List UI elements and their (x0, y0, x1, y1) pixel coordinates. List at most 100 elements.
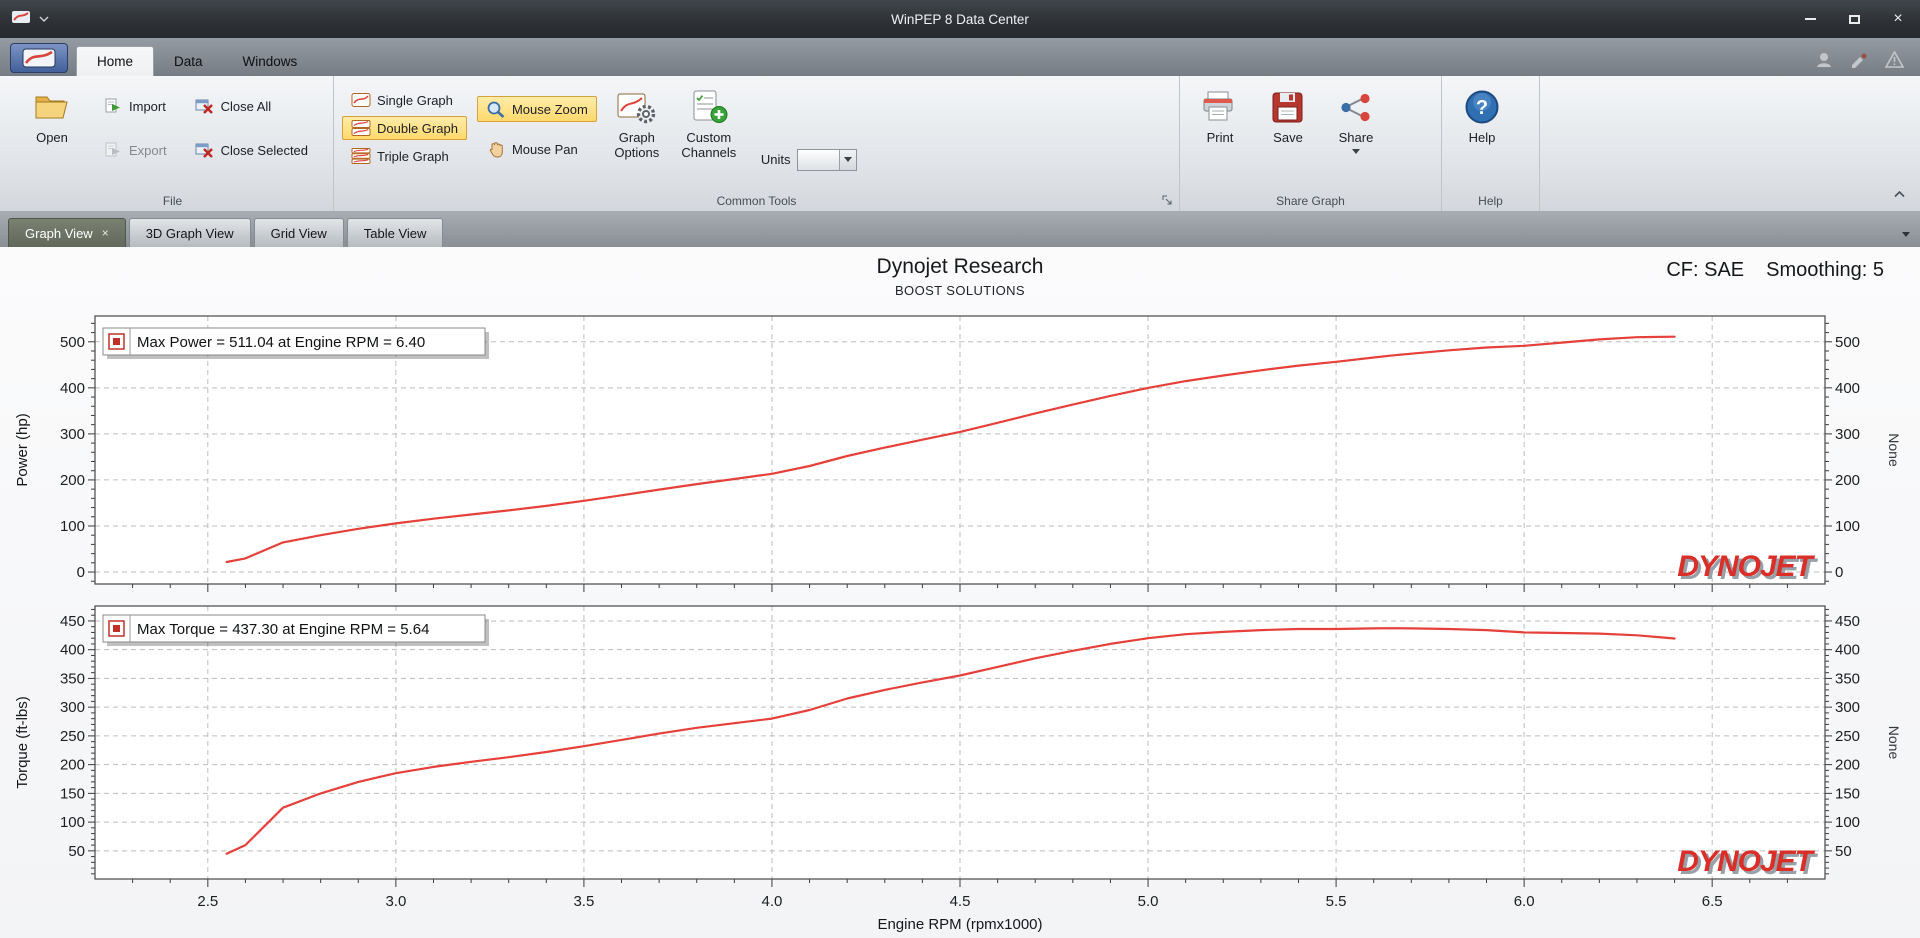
ribbon-group-file: Open Import Export Close All Close Selec… (12, 76, 334, 211)
double-graph-label: Double Graph (377, 120, 458, 136)
alert-icon[interactable] (1885, 51, 1904, 68)
svg-text:2.5: 2.5 (197, 893, 218, 910)
chevron-up-icon (1894, 190, 1905, 198)
title-bar: WinPEP 8 Data Center × (0, 0, 1920, 38)
mouse-pan-icon (486, 140, 506, 158)
share-button[interactable]: Share (1324, 82, 1388, 191)
custom-channels-label: Custom Channels (681, 130, 737, 160)
tab-grid-view-label: Grid View (270, 225, 327, 241)
close-all-label: Close All (220, 98, 272, 114)
graph-title: Dynojet Research (876, 255, 1044, 278)
export-label: Export (129, 142, 167, 158)
tab-3d-graph-view[interactable]: 3D Graph View (128, 218, 251, 247)
help-icon: ? (1464, 87, 1500, 127)
single-graph-label: Single Graph (377, 92, 453, 108)
svg-text:Max Torque = 437.30 at Engine: Max Torque = 437.30 at Engine RPM = 5.64 (137, 621, 429, 638)
winpep-app-button[interactable] (10, 43, 68, 73)
svg-text:450: 450 (60, 613, 85, 630)
svg-text:Torque (ft-lbs): Torque (ft-lbs) (14, 696, 31, 789)
mouse-pan-label: Mouse Pan (511, 141, 578, 157)
svg-text:5.5: 5.5 (1326, 893, 1347, 910)
import-button[interactable]: Import (94, 94, 176, 118)
share-dropdown-arrow-icon[interactable] (1352, 148, 1360, 154)
tab-table-view[interactable]: Table View (346, 218, 444, 247)
svg-text:50: 50 (68, 843, 85, 860)
svg-text:100: 100 (1835, 814, 1860, 831)
maximize-button[interactable] (1832, 0, 1876, 38)
custom-channels-button[interactable]: Custom Channels (673, 82, 745, 191)
doc-tabs-overflow-icon[interactable] (1902, 232, 1910, 237)
mouse-zoom-button[interactable]: Mouse Zoom (476, 96, 597, 122)
svg-text:500: 500 (1835, 334, 1860, 351)
quick-access-dropdown-icon[interactable] (39, 10, 49, 28)
svg-text:450: 450 (1835, 613, 1860, 630)
svg-text:300: 300 (1835, 699, 1860, 716)
close-button[interactable]: × (1876, 0, 1920, 38)
svg-text:300: 300 (60, 699, 85, 716)
ribbon-tab-home[interactable]: Home (76, 46, 155, 76)
tab-table-view-label: Table View (363, 225, 427, 241)
maximize-icon (1848, 14, 1860, 24)
share-graph-group-label: Share Graph (1276, 194, 1345, 208)
tools-icon[interactable] (1850, 51, 1869, 68)
single-graph-button[interactable]: Single Graph (342, 88, 467, 112)
close-all-button[interactable]: Close All (186, 94, 317, 118)
svg-text:400: 400 (60, 380, 85, 397)
print-icon (1201, 87, 1239, 127)
svg-text:3.0: 3.0 (385, 893, 406, 910)
minimize-icon (1804, 18, 1816, 20)
tab-graph-view[interactable]: Graph View × (8, 218, 126, 247)
svg-text:350: 350 (1835, 670, 1860, 687)
power-chart[interactable]: 0 0100 100200 200300 300400 400500 500DYNOJETD… (0, 308, 1920, 592)
close-all-icon (195, 98, 215, 114)
svg-text:200: 200 (60, 472, 85, 489)
ribbon-tab-windows[interactable]: Windows (223, 46, 318, 76)
triple-graph-button[interactable]: Triple Graph (342, 144, 467, 168)
print-button[interactable]: Print (1188, 82, 1252, 191)
winpep-logo-icon (22, 48, 56, 68)
help-label: Help (1468, 130, 1496, 145)
save-label: Save (1273, 130, 1303, 145)
svg-text:50: 50 (1835, 843, 1852, 860)
open-button[interactable]: Open (20, 82, 84, 191)
graph-options-button[interactable]: Graph Options (605, 82, 669, 191)
user-icon[interactable] (1815, 51, 1834, 68)
file-group-label: File (162, 194, 183, 208)
share-label: Share (1338, 130, 1374, 145)
import-icon (103, 98, 123, 114)
collapse-ribbon-button[interactable] (1893, 185, 1906, 203)
tab-grid-view[interactable]: Grid View (253, 218, 344, 247)
svg-text:None: None (1886, 726, 1902, 760)
svg-text:200: 200 (60, 757, 85, 774)
graph-subtitle: BOOST SOLUTIONS (894, 283, 1025, 298)
app-logo-icon (12, 10, 30, 29)
svg-text:6.0: 6.0 (1514, 893, 1535, 910)
ribbon-tab-data[interactable]: Data (154, 46, 223, 76)
svg-text:150: 150 (60, 785, 85, 802)
graph-options-label: Graph Options (614, 130, 660, 160)
mouse-pan-button[interactable]: Mouse Pan (477, 136, 597, 162)
close-selected-button[interactable]: Close Selected (186, 138, 317, 162)
svg-text:Power (hp): Power (hp) (14, 413, 31, 486)
tab-close-icon[interactable]: × (102, 226, 109, 240)
cf-value: CF: SAE (1666, 259, 1745, 281)
double-graph-icon (351, 120, 371, 136)
help-button[interactable]: ? Help (1450, 82, 1514, 191)
close-selected-icon (195, 142, 215, 158)
units-dropdown-arrow[interactable] (839, 149, 857, 170)
units-label: Units (760, 152, 791, 167)
help-group-label: Help (1478, 194, 1503, 208)
save-icon (1271, 87, 1305, 127)
torque-chart[interactable]: 50 50 100 100 150 150 200 200 250 250 300 300 350 350… (0, 598, 1920, 938)
minimize-button[interactable] (1788, 0, 1832, 38)
export-button: Export (94, 138, 176, 162)
ribbon-tab-bar: Home Data Windows (0, 38, 1920, 76)
graph-view-panel[interactable]: Dynojet Research BOOST SOLUTIONS CF: SAE… (0, 247, 1920, 938)
open-label: Open (36, 130, 68, 145)
svg-text:400: 400 (60, 642, 85, 659)
ribbon-group-share-graph: Print Save Share Share Graph (1180, 76, 1442, 211)
double-graph-button[interactable]: Double Graph (342, 116, 467, 140)
save-button[interactable]: Save (1256, 82, 1320, 191)
units-dropdown[interactable] (797, 148, 858, 171)
common-tools-group-label: Common Tools (716, 194, 797, 208)
